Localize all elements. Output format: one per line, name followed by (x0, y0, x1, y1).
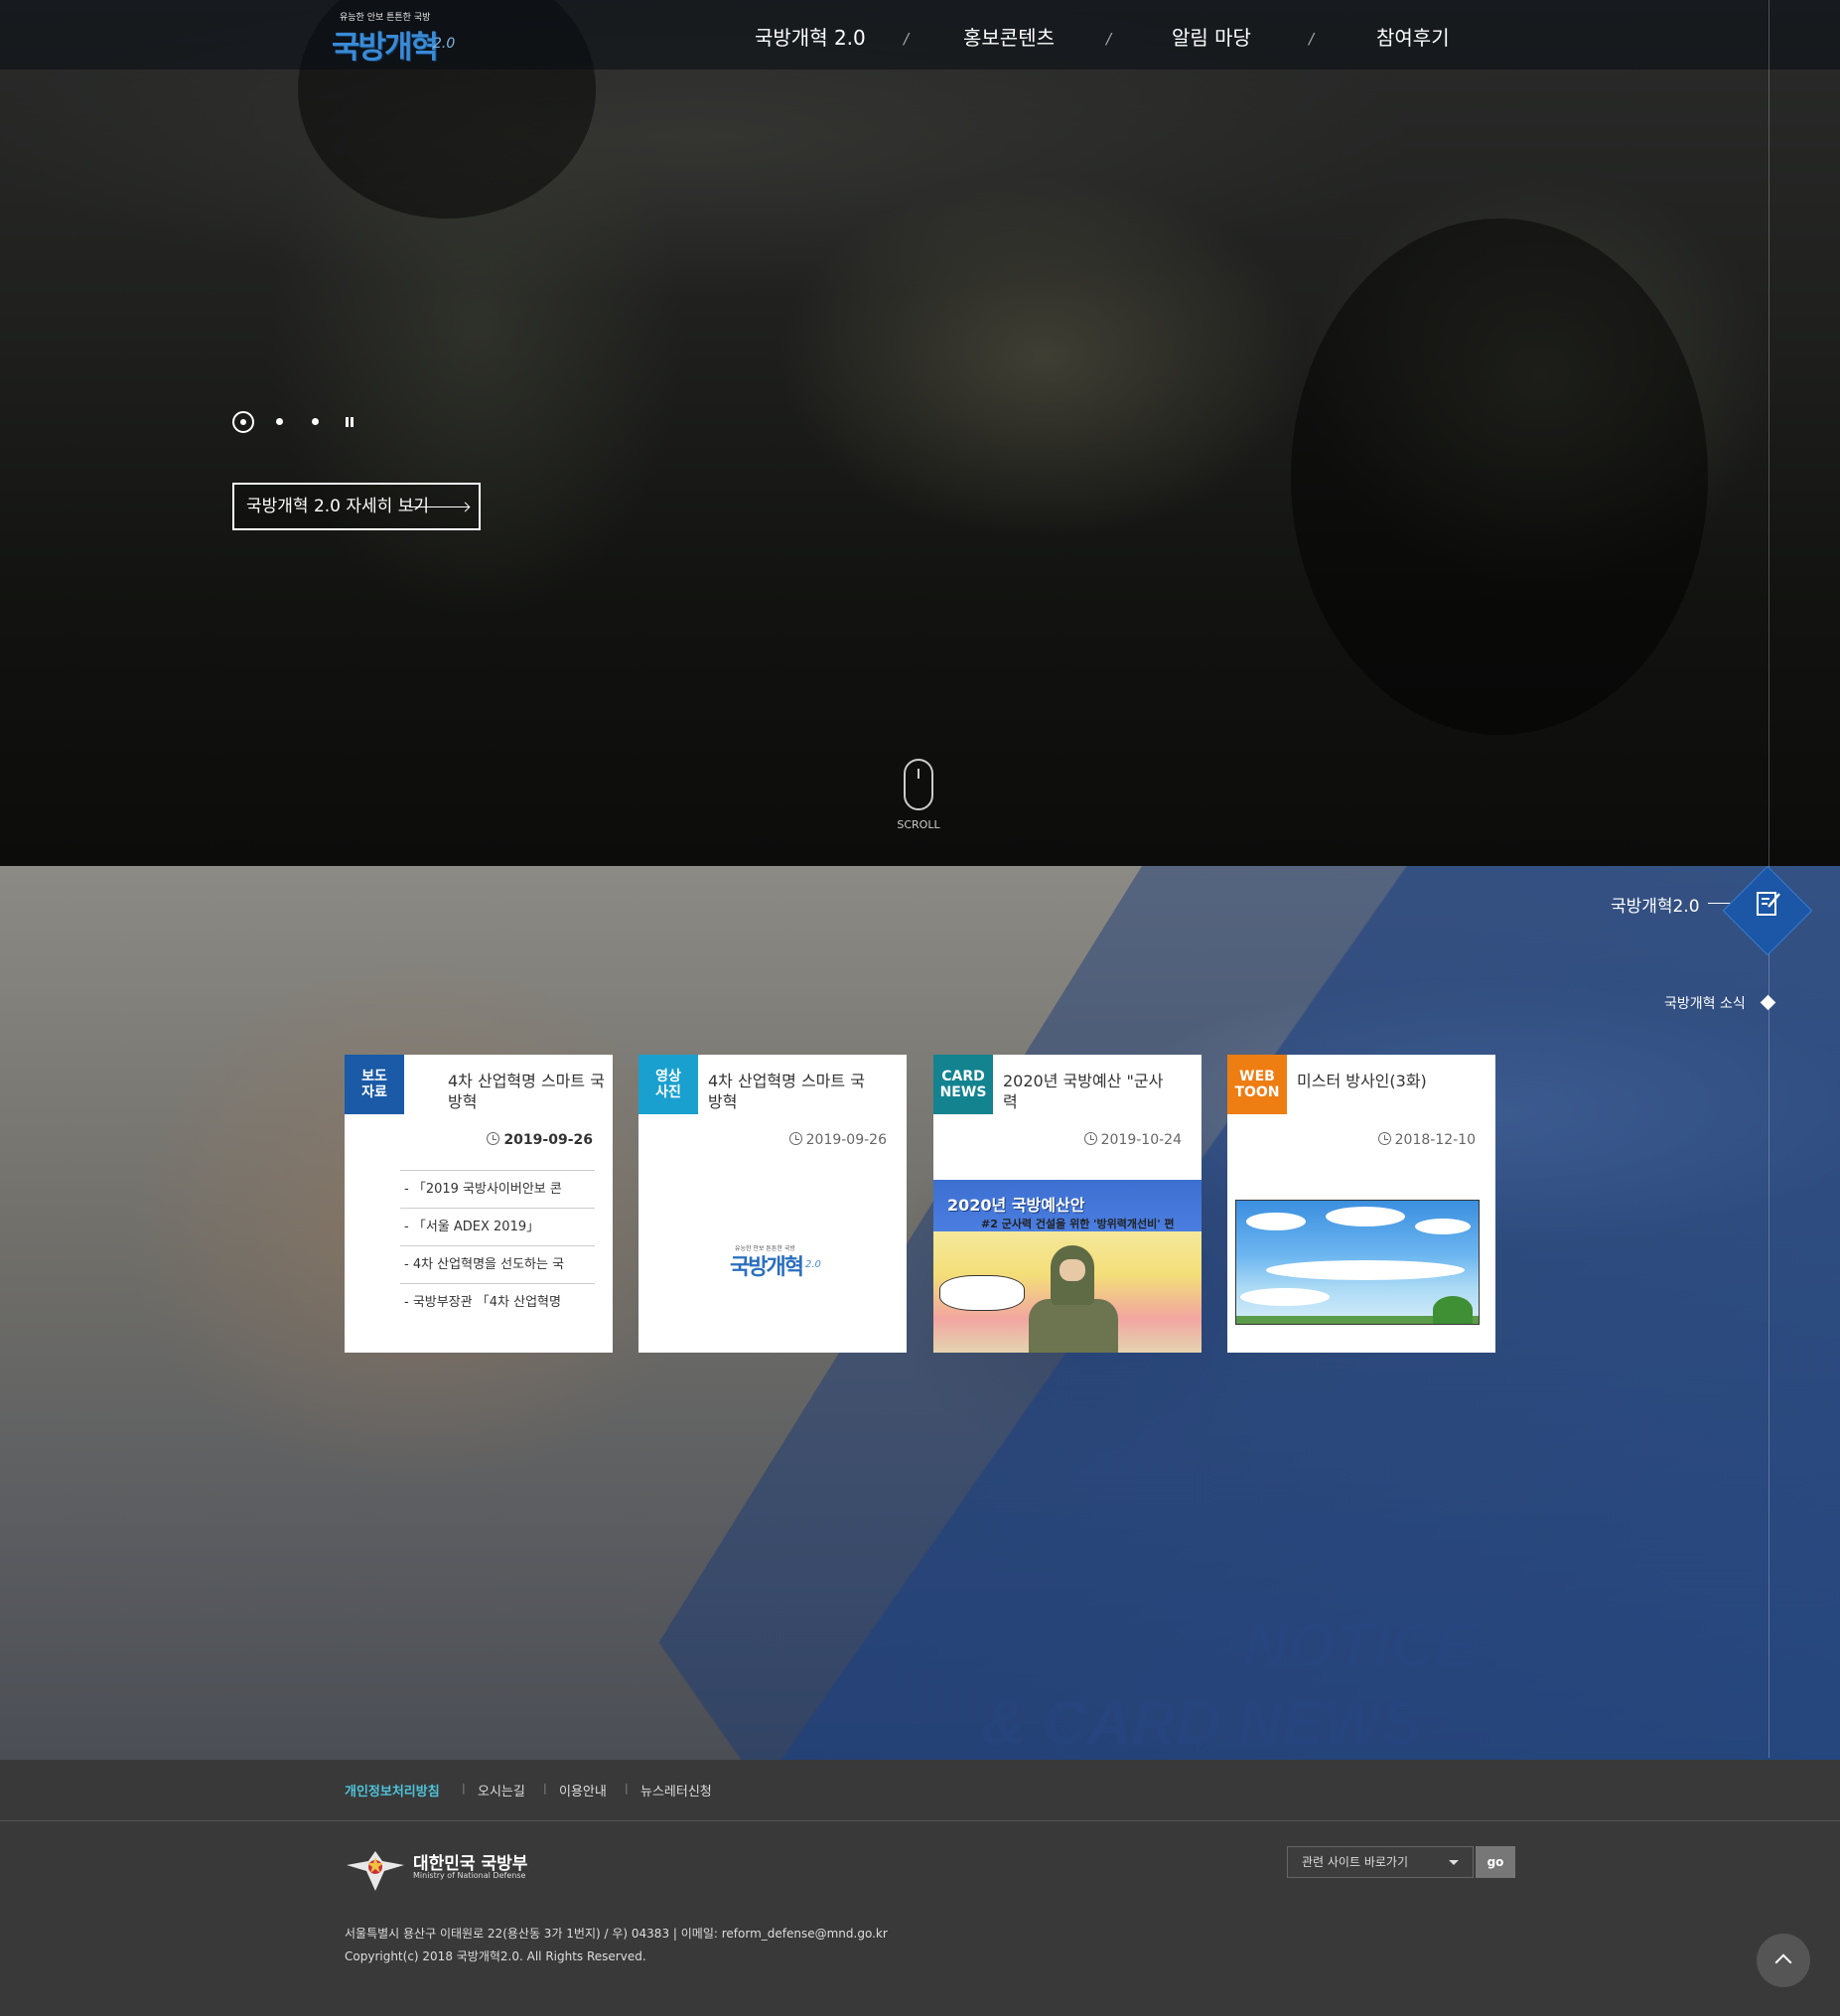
related-sites-label: 관련 사이트 바로가기 (1302, 1855, 1408, 1869)
ministry-name-en: Ministry of National Defense (413, 1871, 526, 1880)
reform-detail-button[interactable]: 국방개혁 2.0 자세히 보기 (232, 483, 481, 530)
card-title[interactable]: 4차 산업혁명 스마트 국방혁 (708, 1071, 877, 1112)
cloud (1240, 1288, 1330, 1306)
logo-version: 2.0 (805, 1259, 821, 1270)
card-date-text: 2019-09-26 (503, 1132, 593, 1148)
hero-section: 유능한 안보 튼튼한 국방 국방개혁 2.0 국방개혁 2.0 / 홍보콘텐츠 … (0, 0, 1840, 866)
menu-reviews[interactable]: 참여후기 (1376, 22, 1450, 51)
badge-label: CARD NEWS (939, 1069, 987, 1100)
menu-separator: / (1309, 30, 1315, 48)
menu-separator: / (904, 30, 910, 48)
go-button[interactable]: go (1476, 1846, 1515, 1878)
pause-icon[interactable] (344, 415, 355, 429)
card-date: 2019-10-24 (1083, 1132, 1182, 1148)
logo-text: 국방개혁 (730, 1254, 804, 1280)
scroll-indicator[interactable]: SCROLL (889, 759, 948, 838)
thumbnail-subtitle: #2 군사력 건설을 위한 '방위력개선비' 편 (981, 1218, 1175, 1230)
cloud (1326, 1207, 1405, 1226)
menu-reform[interactable]: 국방개혁 2.0 (755, 22, 866, 51)
badge-webtoon: WEB TOON (1227, 1055, 1287, 1114)
cloud (1266, 1260, 1465, 1280)
badge-label: WEB TOON (1234, 1069, 1280, 1100)
list-item[interactable]: - 4차 산업혁명을 선도하는 국 (400, 1245, 595, 1283)
slide-dot[interactable] (276, 418, 283, 425)
list-item[interactable]: - 「서울 ADEX 2019」 (400, 1208, 595, 1245)
thumbnail-headline: 2020년 국방예산안 (947, 1196, 1085, 1215)
background-title-cardnews: & CARD NEWS (981, 1689, 1423, 1758)
top-navigation-bar: 유능한 안보 튼튼한 국방 국방개혁 2.0 국방개혁 2.0 / 홍보콘텐츠 … (0, 0, 1840, 70)
related-sites-select[interactable]: 관련 사이트 바로가기 (1287, 1846, 1474, 1878)
card-news-thumbnail[interactable]: 2020년 국방예산안 #2 군사력 건설을 위한 '방위력개선비' 편 (933, 1180, 1202, 1353)
card-press-release[interactable]: 보도 자료 4차 산업혁명 스마트 국방혁 2019-09-26 - 「2019… (345, 1055, 613, 1353)
card-title[interactable]: 4차 산업혁명 스마트 국방혁 (448, 1071, 617, 1112)
footer-separator: | (625, 1782, 629, 1795)
reform-logo-thumbnail[interactable]: 유능한 안보 튼튼한 국방 국방개혁 2.0 (730, 1243, 829, 1283)
menu-notice[interactable]: 알림 마당 (1172, 22, 1251, 51)
logo-text: 국방개혁 (332, 30, 439, 66)
privacy-policy-link[interactable]: 개인정보처리방침 (345, 1781, 440, 1800)
arrow-right-icon (409, 506, 469, 507)
list-item[interactable]: - 「2019 국방사이버안보 콘 (400, 1170, 595, 1208)
footer-separator: | (543, 1782, 547, 1795)
notice-section: NOTICE & CARD NEWS (0, 866, 1840, 1760)
card-date: 2019-09-26 (487, 1132, 593, 1148)
card-date-text: 2018-12-10 (1394, 1132, 1476, 1148)
card-title[interactable]: 2020년 국방예산 "군사력 (1003, 1071, 1172, 1112)
cloud (1415, 1219, 1471, 1234)
slide-dot-active[interactable] (232, 411, 254, 433)
clock-icon (487, 1132, 500, 1145)
hero-figure-shadow (1291, 218, 1708, 735)
chevron-down-icon (1449, 1860, 1459, 1865)
edit-note-icon (1757, 892, 1780, 916)
directions-link[interactable]: 오시는길 (478, 1781, 525, 1800)
news-list: - 「2019 국방사이버안보 콘 - 「서울 ADEX 2019」 - 4차 … (400, 1170, 595, 1321)
scroll-label: SCROLL (897, 818, 940, 831)
newsletter-link[interactable]: 뉴스레터신청 (640, 1781, 712, 1800)
webtoon-thumbnail[interactable] (1235, 1200, 1480, 1325)
slide-dot[interactable] (312, 418, 319, 425)
clock-icon (1083, 1132, 1097, 1145)
badge-label: 영상 사진 (655, 1069, 681, 1100)
ministry-emblem-icon (347, 1851, 404, 1891)
menu-separator: / (1106, 30, 1112, 48)
footer-address: 서울특별시 용산구 이태원로 22(용산동 3가 1번지) / 우) 04383… (345, 1927, 888, 1941)
card-title[interactable]: 미스터 방사인(3화) (1297, 1071, 1466, 1091)
usage-guide-link[interactable]: 이용안내 (559, 1781, 607, 1800)
cloud (1246, 1213, 1306, 1230)
soldier-illustration (1029, 1299, 1118, 1353)
badge-label: 보도 자료 (361, 1069, 387, 1100)
footer: 대한민국 국방부 Ministry of National Defense 서울… (0, 1821, 1840, 2016)
footer-links-bar: 개인정보처리방침 | 오시는길 | 이용안내 | 뉴스레터신청 (0, 1760, 1840, 1821)
card-date-text: 2019-09-26 (805, 1132, 887, 1148)
footer-copyright: Copyright(c) 2018 국방개혁2.0. All Rights Re… (345, 1949, 646, 1963)
badge-card-news: CARD NEWS (933, 1055, 993, 1114)
card-video-photo[interactable]: 영상 사진 4차 산업혁명 스마트 국방혁 2019-09-26 유능한 안보 … (638, 1055, 907, 1353)
card-date: 2018-12-10 (1377, 1132, 1476, 1148)
card-card-news[interactable]: CARD NEWS 2020년 국방예산 "군사력 2019-10-24 202… (933, 1055, 1202, 1353)
mouse-icon (904, 759, 933, 810)
clock-icon (1377, 1132, 1391, 1145)
card-webtoon[interactable]: WEB TOON 미스터 방사인(3화) 2018-12-10 (1227, 1055, 1495, 1353)
list-item[interactable]: - 국방부장관 「4차 산업혁명 (400, 1283, 595, 1321)
scroll-to-top-button[interactable] (1757, 1934, 1810, 1987)
tree (1433, 1296, 1473, 1324)
site-logo[interactable]: 유능한 안보 튼튼한 국방 국방개혁 2.0 (330, 8, 469, 66)
card-date-text: 2019-10-24 (1100, 1132, 1182, 1148)
side-nav-main-label[interactable]: 국방개혁2.0 (1611, 892, 1700, 917)
soldier-illustration (1051, 1245, 1094, 1305)
reform-detail-label: 국방개혁 2.0 자세히 보기 (246, 497, 430, 516)
clock-icon (788, 1132, 802, 1145)
side-nav-sub-label[interactable]: 국방개혁 소식 (1664, 993, 1746, 1013)
background-title-notice: NOTICE (1243, 1612, 1477, 1680)
menu-promo-content[interactable]: 홍보콘텐츠 (963, 22, 1055, 51)
card-date: 2019-09-26 (788, 1132, 887, 1148)
badge-press-release: 보도 자료 (345, 1055, 404, 1114)
badge-video-photo: 영상 사진 (638, 1055, 698, 1114)
speech-bubble (939, 1275, 1025, 1311)
logo-version: 2.0 (433, 36, 456, 52)
footer-separator: | (462, 1782, 466, 1795)
